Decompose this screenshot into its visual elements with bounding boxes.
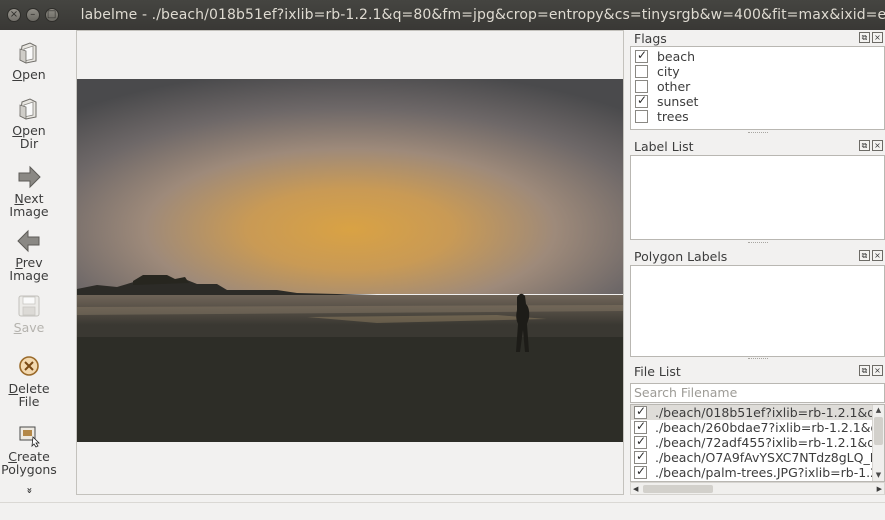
polygon-labels-list[interactable] — [630, 265, 885, 357]
polygon-labels-title: Polygon Labels — [634, 249, 728, 264]
close-dock-button[interactable]: × — [872, 250, 883, 261]
file-list-title: File List — [634, 364, 681, 379]
file-list-item[interactable]: ./beach/72adf455?ixlib=rb-1.2.1&q= — [631, 435, 873, 450]
float-dock-button[interactable]: ⧉ — [859, 140, 870, 151]
flags-list: beach city other sunset trees — [630, 46, 885, 130]
flags-dock-controls: ⧉ × — [859, 32, 883, 43]
open-dir-button[interactable]: Open Dir — [0, 96, 58, 150]
window-title: labelme - ./beach/018b51ef?ixlib=rb-1.2.… — [80, 7, 885, 23]
file-name: ./beach/018b51ef?ixlib=rb-1.2.1&q= — [655, 405, 873, 420]
file-list-item[interactable]: ./beach/O7A9fAvYSXC7NTdz8gLQ_IM — [631, 450, 873, 465]
checkbox[interactable] — [634, 465, 647, 479]
next-image-label: Next Image — [9, 191, 49, 219]
flag-label: other — [657, 79, 691, 94]
maximize-window-button[interactable]: □ — [44, 8, 59, 22]
canvas-area[interactable] — [76, 30, 624, 495]
delete-file-label: Delete File — [8, 381, 50, 409]
dock-resize-handle[interactable] — [748, 242, 768, 245]
file-name: ./beach/260bdae7?ixlib=rb-1.2.1&q= — [655, 420, 873, 435]
polygon-icon — [19, 426, 40, 448]
chevron-double-down-icon: » — [23, 487, 35, 494]
label-list-title: Label List — [634, 139, 694, 154]
checkbox[interactable] — [635, 110, 648, 123]
checkbox[interactable] — [635, 48, 648, 63]
delete-icon — [19, 356, 39, 376]
scroll-up-icon[interactable]: ▲ — [873, 405, 884, 416]
checkbox[interactable] — [634, 435, 647, 449]
file-list: ./beach/018b51ef?ixlib=rb-1.2.1&q= ./bea… — [630, 404, 885, 482]
flag-item[interactable]: other — [631, 79, 884, 94]
dock-resize-handle[interactable] — [748, 132, 768, 135]
file-name: ./beach/O7A9fAvYSXC7NTdz8gLQ_IM — [655, 450, 873, 465]
save-button[interactable]: Save — [0, 293, 58, 334]
polygon-labels-dock-controls: ⧉ × — [859, 250, 883, 261]
scrollbar-thumb[interactable] — [643, 485, 713, 493]
sunset-beach-photo[interactable] — [77, 79, 623, 442]
toolbar: Open Open Dir Next Image Prev Image Save — [0, 30, 58, 502]
save-label: Save — [13, 320, 45, 335]
open-dir-label: Open Dir — [12, 123, 46, 151]
open-label: Open — [12, 67, 46, 82]
checkbox[interactable] — [634, 420, 647, 434]
close-dock-button[interactable]: × — [872, 32, 883, 43]
scroll-down-icon[interactable]: ▼ — [873, 470, 884, 481]
prev-image-button[interactable]: Prev Image — [0, 228, 58, 282]
folder-icon — [19, 42, 37, 64]
next-image-button[interactable]: Next Image — [0, 164, 58, 218]
checkbox[interactable] — [635, 93, 648, 108]
prev-image-label: Prev Image — [9, 255, 49, 283]
search-filename-input[interactable]: Search Filename — [630, 383, 885, 403]
label-list[interactable] — [630, 155, 885, 240]
create-polygons-label: Create Polygons — [1, 449, 57, 477]
close-dock-button[interactable]: × — [872, 365, 883, 376]
file-list-item[interactable]: ./beach/260bdae7?ixlib=rb-1.2.1&q= — [631, 420, 873, 435]
label-list-dock-controls: ⧉ × — [859, 140, 883, 151]
delete-file-button[interactable]: Delete File — [0, 354, 58, 408]
float-dock-button[interactable]: ⧉ — [859, 250, 870, 261]
flags-title: Flags — [634, 31, 667, 46]
checkbox[interactable] — [634, 405, 647, 419]
arrow-right-icon — [18, 165, 41, 189]
flag-item[interactable]: sunset — [631, 93, 884, 109]
checkbox[interactable] — [634, 450, 647, 464]
file-list-dock-controls: ⧉ × — [859, 365, 883, 376]
file-name: ./beach/72adf455?ixlib=rb-1.2.1&q= — [655, 435, 873, 450]
flag-item[interactable]: beach — [631, 48, 884, 64]
minimize-window-button[interactable]: – — [25, 8, 40, 22]
flag-label: beach — [657, 49, 696, 64]
horizontal-scrollbar[interactable]: ◀ ▶ — [630, 482, 885, 495]
photo-image — [77, 79, 623, 442]
toolbar-more-button[interactable]: » — [0, 484, 58, 497]
flag-item[interactable]: city — [631, 64, 884, 79]
create-polygons-button[interactable]: Create Polygons — [0, 422, 58, 476]
flag-label: sunset — [657, 94, 699, 109]
title-bar: × – □ labelme - ./beach/018b51ef?ixlib=r… — [0, 0, 885, 30]
folder-icon — [19, 98, 37, 120]
file-list-item[interactable]: ./beach/palm-trees.JPG?ixlib=rb-1.2. — [631, 465, 873, 480]
scrollbar-thumb[interactable] — [874, 417, 883, 445]
float-dock-button[interactable]: ⧉ — [859, 365, 870, 376]
float-dock-button[interactable]: ⧉ — [859, 32, 870, 43]
file-name: ./beach/palm-trees.JPG?ixlib=rb-1.2. — [655, 465, 873, 480]
close-dock-button[interactable]: × — [872, 140, 883, 151]
open-button[interactable]: Open — [0, 40, 58, 81]
checkbox[interactable] — [635, 65, 648, 78]
flag-item[interactable]: trees — [631, 109, 884, 124]
scroll-left-icon[interactable]: ◀ — [633, 483, 638, 495]
file-list-item[interactable]: ./beach/018b51ef?ixlib=rb-1.2.1&q= — [631, 405, 873, 420]
close-window-button[interactable]: × — [7, 8, 21, 22]
status-bar — [0, 502, 885, 520]
dock-resize-handle[interactable] — [748, 358, 768, 361]
scroll-right-icon[interactable]: ▶ — [877, 483, 882, 495]
checkbox[interactable] — [635, 80, 648, 93]
vertical-scrollbar[interactable]: ▲ ▼ — [872, 405, 884, 481]
arrow-left-icon — [17, 229, 40, 253]
save-icon — [18, 295, 40, 317]
flag-label: trees — [657, 109, 689, 124]
flag-label: city — [657, 64, 680, 79]
